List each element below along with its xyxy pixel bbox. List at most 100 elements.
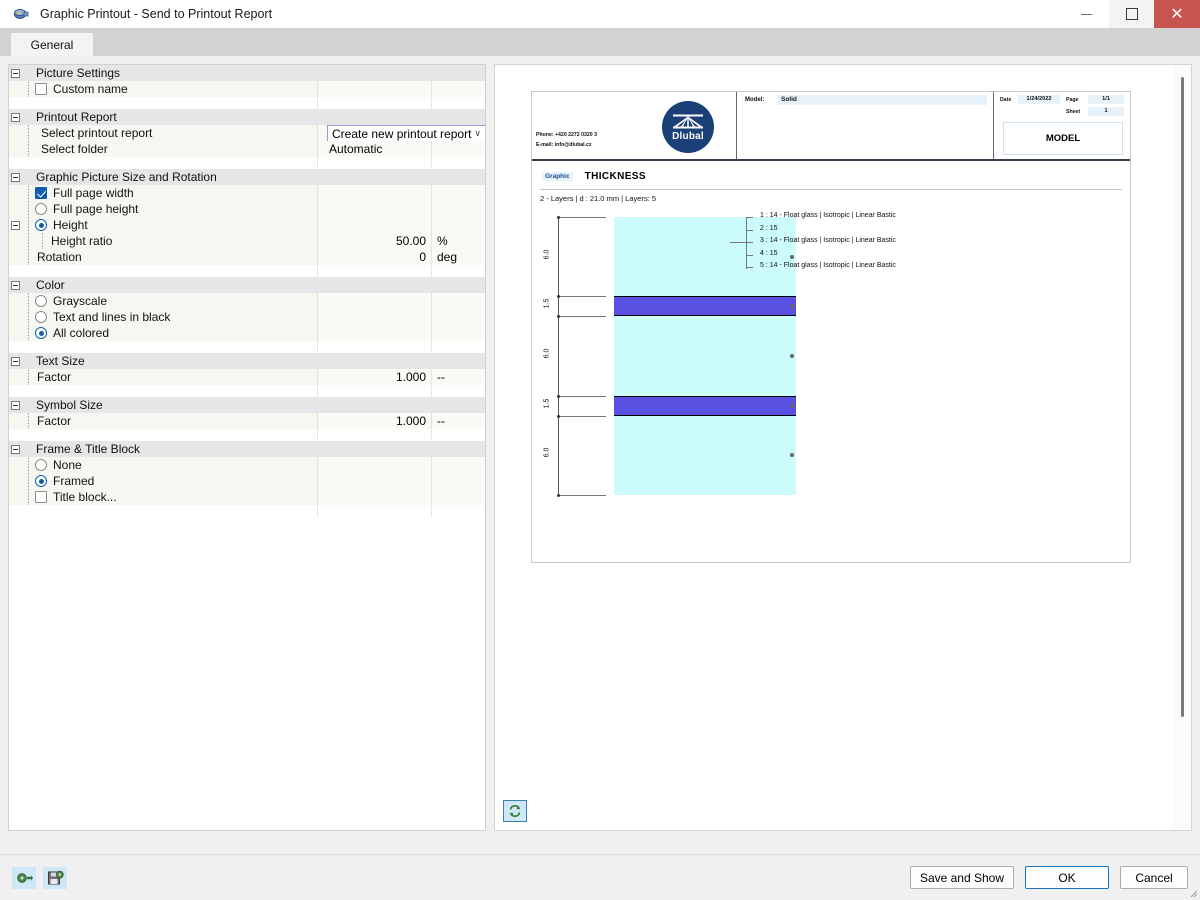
tree-guide (21, 293, 35, 309)
row-label-cell: Custom name (9, 81, 318, 97)
tree-guide (21, 217, 35, 233)
settings-row-height[interactable]: Height (9, 217, 485, 233)
settings-row-custom-name[interactable]: Custom name (9, 81, 485, 97)
row-label: Factor (37, 414, 72, 428)
resize-grip[interactable] (1188, 888, 1198, 898)
radio-unselected[interactable] (35, 203, 47, 215)
page-label: Page (1066, 97, 1079, 103)
logo-text: Dlubal (672, 130, 704, 142)
settings-export-icon[interactable] (12, 866, 36, 889)
settings-row-all-colored[interactable]: All colored (9, 325, 485, 341)
tree-guide (21, 125, 35, 141)
radio-selected[interactable] (35, 475, 47, 487)
group-blank-row (9, 341, 485, 353)
minimize-button[interactable] (1064, 0, 1109, 28)
row-label-cell: Factor (9, 369, 318, 385)
legend-brace-tick (746, 229, 753, 231)
refresh-preview-button[interactable] (503, 800, 527, 830)
settings-group-color[interactable]: Color (9, 277, 485, 293)
settings-row-factor[interactable]: Factor 1.000 -- (9, 413, 485, 429)
radio-unselected[interactable] (35, 295, 47, 307)
settings-group-symbol-size[interactable]: Symbol Size (9, 397, 485, 413)
close-icon: ✕ (1170, 4, 1184, 23)
dimension-tick (557, 394, 560, 398)
radio-unselected[interactable] (35, 459, 47, 471)
radio-selected[interactable] (35, 219, 47, 231)
row-value-cell: 1.000 (318, 413, 432, 429)
dimension-tick (557, 216, 560, 219)
settings-row-factor[interactable]: Factor 1.000 -- (9, 369, 485, 385)
save-settings-icon[interactable] (43, 866, 67, 889)
close-button[interactable]: ✕ (1154, 0, 1200, 28)
cancel-button[interactable]: Cancel (1120, 866, 1188, 889)
row-label-cell: Height ratio (9, 233, 318, 249)
settings-group-frame-title-block[interactable]: Frame & Title Block (9, 441, 485, 457)
settings-row-grayscale[interactable]: Grayscale (9, 293, 485, 309)
group-expander[interactable] (9, 400, 21, 410)
radio-selected[interactable] (35, 327, 47, 339)
dimension-label: 6.0 (543, 348, 551, 359)
settings-group-picture-settings[interactable]: Picture Settings (9, 65, 485, 81)
row-unit-cell: -- (432, 413, 485, 429)
app-printout-icon (0, 0, 34, 28)
settings-row-full-page-height[interactable]: Full page height (9, 201, 485, 217)
group-expander[interactable] (9, 280, 21, 290)
row-value-cell (318, 457, 432, 473)
settings-group-text-size[interactable]: Text Size (9, 353, 485, 369)
group-expander[interactable] (9, 172, 21, 182)
tree-guide (21, 309, 35, 325)
printout-report-select[interactable]: Create new printout report ∨ (327, 125, 485, 142)
tab-general[interactable]: General (11, 33, 93, 56)
dlubal-logo: Dlubal (662, 101, 714, 153)
group-expander[interactable] (9, 444, 21, 454)
settings-row-select-printout-report[interactable]: Select printout report Create new printou… (9, 125, 485, 142)
row-label: Full page height (53, 202, 139, 216)
row-value-cell (318, 81, 432, 97)
checkbox-checked[interactable] (35, 187, 47, 199)
row-unit-cell (432, 457, 485, 473)
sheet-value: 1 (1088, 107, 1124, 116)
tree-guide (21, 141, 35, 157)
row-value-cell (318, 473, 432, 489)
dimension-tick (557, 414, 560, 418)
group-expander[interactable] (9, 68, 21, 78)
settings-row-none[interactable]: None (9, 457, 485, 473)
settings-row-height-ratio[interactable]: Height ratio 50.00% (9, 233, 485, 249)
settings-row-framed[interactable]: Framed (9, 473, 485, 489)
row-label: Full page width (53, 186, 134, 200)
row-label: Select folder (41, 142, 108, 156)
row-unit-cell (432, 489, 485, 505)
dimension-axis (558, 217, 559, 495)
layer-band (614, 415, 796, 495)
settings-row-rotation[interactable]: Rotation 0 deg (9, 249, 485, 265)
preview-scrollbar[interactable] (1174, 65, 1191, 830)
maximize-button[interactable] (1109, 0, 1154, 28)
checkbox-unchecked[interactable] (35, 491, 47, 503)
settings-row-select-folder[interactable]: Select folder Automatic (9, 141, 485, 157)
scrollbar-thumb[interactable] (1181, 77, 1184, 717)
row-unit-cell (432, 201, 485, 217)
group-blank-row (9, 385, 485, 397)
settings-row-list: Picture Settings Custom name Printout Repo… (9, 65, 485, 830)
settings-row-text-and-lines-in-black[interactable]: Text and lines in black (9, 309, 485, 325)
dialog-window: Graphic Printout - Send to Printout Repo… (0, 0, 1200, 900)
row-expander[interactable] (9, 220, 21, 230)
dialog-footer: Save and Show OK Cancel (0, 854, 1200, 900)
settings-row-title-block[interactable]: Title block... (9, 489, 485, 505)
settings-row-full-page-width[interactable]: Full page width (9, 185, 485, 201)
row-label-cell: Full page height (9, 201, 318, 217)
group-expander[interactable] (9, 112, 21, 122)
checkbox-unchecked[interactable] (35, 83, 47, 95)
select-value: Create new printout report (332, 126, 472, 141)
company-phone: Phone: +420 2272 0320 3 (536, 132, 597, 139)
group-expander[interactable] (9, 356, 21, 366)
chevron-down-icon: ∨ (474, 128, 481, 138)
settings-group-printout-report[interactable]: Printout Report (9, 109, 485, 125)
radio-unselected[interactable] (35, 311, 47, 323)
legend-entry: 3 : 14 - Float glass | Isotropic | Linea… (760, 237, 896, 245)
folder-value[interactable]: Automatic (329, 141, 382, 157)
ok-button[interactable]: OK (1025, 866, 1109, 889)
settings-group-graphic-picture-size-and-rotation[interactable]: Graphic Picture Size and Rotation (9, 169, 485, 185)
row-unit-cell (432, 473, 485, 489)
save-and-show-button[interactable]: Save and Show (909, 866, 1014, 889)
